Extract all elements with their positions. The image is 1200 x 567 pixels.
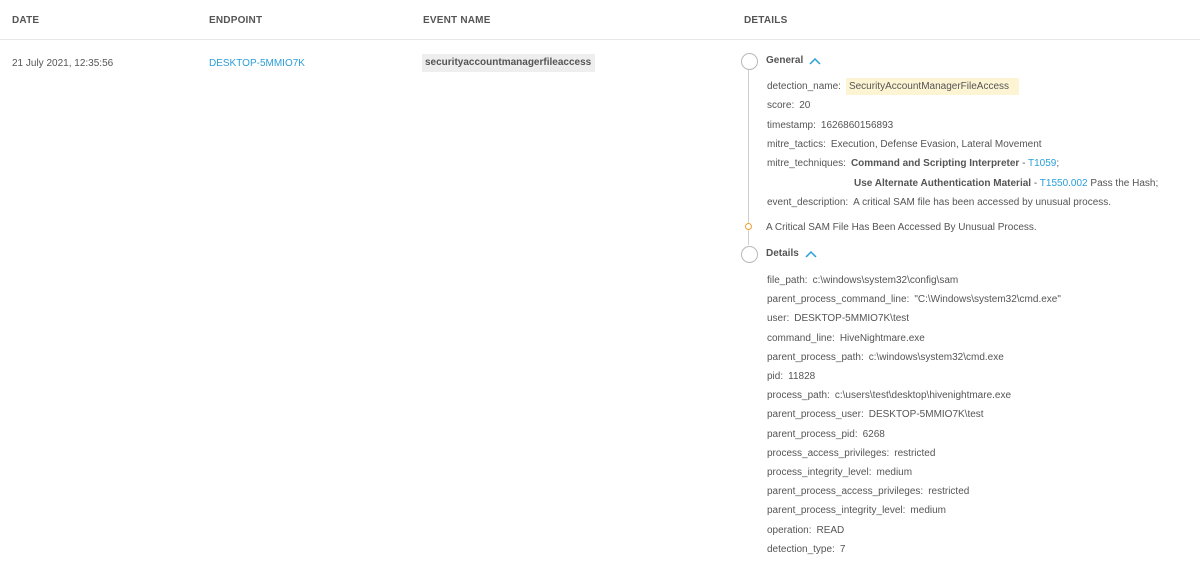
- field-value: "C:\Windows\system32\cmd.exe": [914, 294, 1061, 306]
- timeline-line: [748, 68, 749, 245]
- field-value: 7: [839, 543, 846, 555]
- field-key: parent_process_command_line:: [767, 294, 910, 306]
- field-value: c:\users\test\desktop\hivenightmare.exe: [834, 390, 1012, 402]
- field-value: restricted: [894, 447, 936, 459]
- separator: -: [1031, 178, 1040, 189]
- field-value: c:\windows\system32\cmd.exe: [868, 351, 1004, 363]
- details-row: user: DESKTOP-5MMIO7K\test: [767, 313, 909, 324]
- chevron-up-icon: [805, 250, 817, 258]
- technique-suffix: Pass the Hash;: [1087, 178, 1159, 189]
- field-key: detection_type:: [767, 543, 835, 555]
- field-key: command_line:: [767, 332, 835, 344]
- detail-detection-name: detection_name: SecurityAccountManagerFil…: [767, 78, 1020, 95]
- header-endpoint[interactable]: ENDPOINT: [209, 15, 262, 26]
- header-event-name[interactable]: EVENT NAME: [423, 15, 491, 26]
- details-row: process_path: c:\users\test\desktop\hiven…: [767, 390, 1011, 401]
- details-section-toggle[interactable]: Details: [766, 248, 817, 259]
- details-row: parent_process_command_line: "C:\Windows\…: [767, 294, 1061, 305]
- field-key: process_access_privileges:: [767, 447, 890, 459]
- field-value: restricted: [928, 486, 970, 498]
- field-key: user:: [767, 313, 790, 325]
- field-value: DESKTOP-5MMIO7K\test: [868, 409, 984, 421]
- event-note: A Critical SAM File Has Been Accessed By…: [766, 222, 1037, 233]
- details-row: parent_process_path: c:\windows\system32\…: [767, 352, 1004, 363]
- general-timeline-circle: [741, 53, 758, 70]
- separator: -: [1019, 158, 1029, 169]
- details-row: parent_process_integrity_level: medium: [767, 505, 946, 516]
- field-key: operation:: [767, 524, 812, 536]
- field-value: READ: [816, 524, 845, 536]
- field-value: 6268: [862, 428, 885, 440]
- field-key: detection_name:: [767, 81, 841, 92]
- event-date: 21 July 2021, 12:35:56: [12, 58, 114, 69]
- details-row: parent_process_access_privileges: restric…: [767, 486, 969, 497]
- field-key: mitre_tactics:: [767, 139, 826, 150]
- technique-link[interactable]: T1059: [1028, 158, 1056, 169]
- details-row: process_access_privileges: restricted: [767, 448, 935, 459]
- technique-name: Use Alternate Authentication Material: [854, 178, 1032, 189]
- field-key: pid:: [767, 371, 784, 382]
- technique-name: Command and Scripting Interpreter: [850, 158, 1020, 169]
- field-key: mitre_techniques:: [767, 158, 846, 169]
- details-row: detection_type: 7: [767, 544, 845, 555]
- details-row: operation: READ: [767, 525, 844, 536]
- separator: ;: [1056, 158, 1060, 169]
- field-key: score:: [767, 100, 795, 111]
- details-row: parent_process_pid: 6268: [767, 429, 885, 440]
- field-key: timestamp:: [767, 120, 816, 131]
- detail-mitre-tactics: mitre_tactics: Execution, Defense Evasion…: [767, 139, 1042, 150]
- field-key: event_description:: [767, 197, 849, 208]
- table-header: DATE ENDPOINT EVENT NAME DETAILS: [0, 0, 1200, 40]
- field-key: parent_process_user:: [767, 409, 864, 421]
- details-section-title: Details: [766, 248, 799, 259]
- field-value: A critical SAM file has been accessed by…: [853, 197, 1112, 208]
- chevron-up-icon: [809, 57, 821, 65]
- field-value: 1626860156893: [820, 120, 894, 131]
- technique-link[interactable]: T1550.002: [1040, 178, 1088, 189]
- details-row: parent_process_user: DESKTOP-5MMIO7K\test: [767, 409, 984, 420]
- detail-timestamp: timestamp: 1626860156893: [767, 120, 893, 131]
- field-key: parent_process_integrity_level:: [767, 505, 906, 517]
- general-section-toggle[interactable]: General: [766, 55, 821, 66]
- details-row: command_line: HiveNightmare.exe: [767, 333, 925, 344]
- details-row: process_integrity_level: medium: [767, 467, 912, 478]
- detail-score: score: 20: [767, 100, 810, 111]
- field-key: parent_process_access_privileges:: [767, 486, 924, 498]
- details-row: pid: 11828: [767, 371, 815, 382]
- detail-event-description: event_description: A critical SAM file ha…: [767, 197, 1111, 208]
- header-details: DETAILS: [744, 15, 788, 26]
- field-value: medium: [910, 505, 946, 517]
- field-value: 11828: [788, 371, 816, 382]
- detail-mitre-techniques-2: Use Alternate Authentication Material - …: [854, 178, 1158, 189]
- endpoint-link[interactable]: DESKTOP-5MMIO7K: [209, 58, 305, 69]
- field-key: process_path:: [767, 390, 830, 402]
- event-name-tag: securityaccountmanagerfileaccess: [422, 54, 596, 72]
- field-value: c:\windows\system32\config\sam: [812, 275, 959, 286]
- field-value: medium: [876, 467, 913, 478]
- header-date[interactable]: DATE: [12, 15, 39, 26]
- detail-mitre-techniques: mitre_techniques: Command and Scripting I…: [767, 158, 1059, 169]
- field-key: parent_process_pid:: [767, 428, 858, 440]
- general-section-title: General: [766, 55, 804, 66]
- field-value: 20: [799, 100, 811, 111]
- details-row: file_path: c:\windows\system32\config\sam: [767, 275, 958, 286]
- field-key: parent_process_path:: [767, 351, 864, 363]
- field-value-highlighted: SecurityAccountManagerFileAccess: [845, 78, 1020, 95]
- details-timeline-circle: [741, 246, 758, 263]
- field-value: DESKTOP-5MMIO7K\test: [794, 313, 910, 325]
- timeline-event-dot: [745, 223, 752, 230]
- field-key: file_path:: [767, 275, 808, 286]
- field-value: HiveNightmare.exe: [839, 332, 925, 344]
- field-value: Execution, Defense Evasion, Lateral Move…: [830, 139, 1042, 150]
- field-key: process_integrity_level:: [767, 467, 872, 478]
